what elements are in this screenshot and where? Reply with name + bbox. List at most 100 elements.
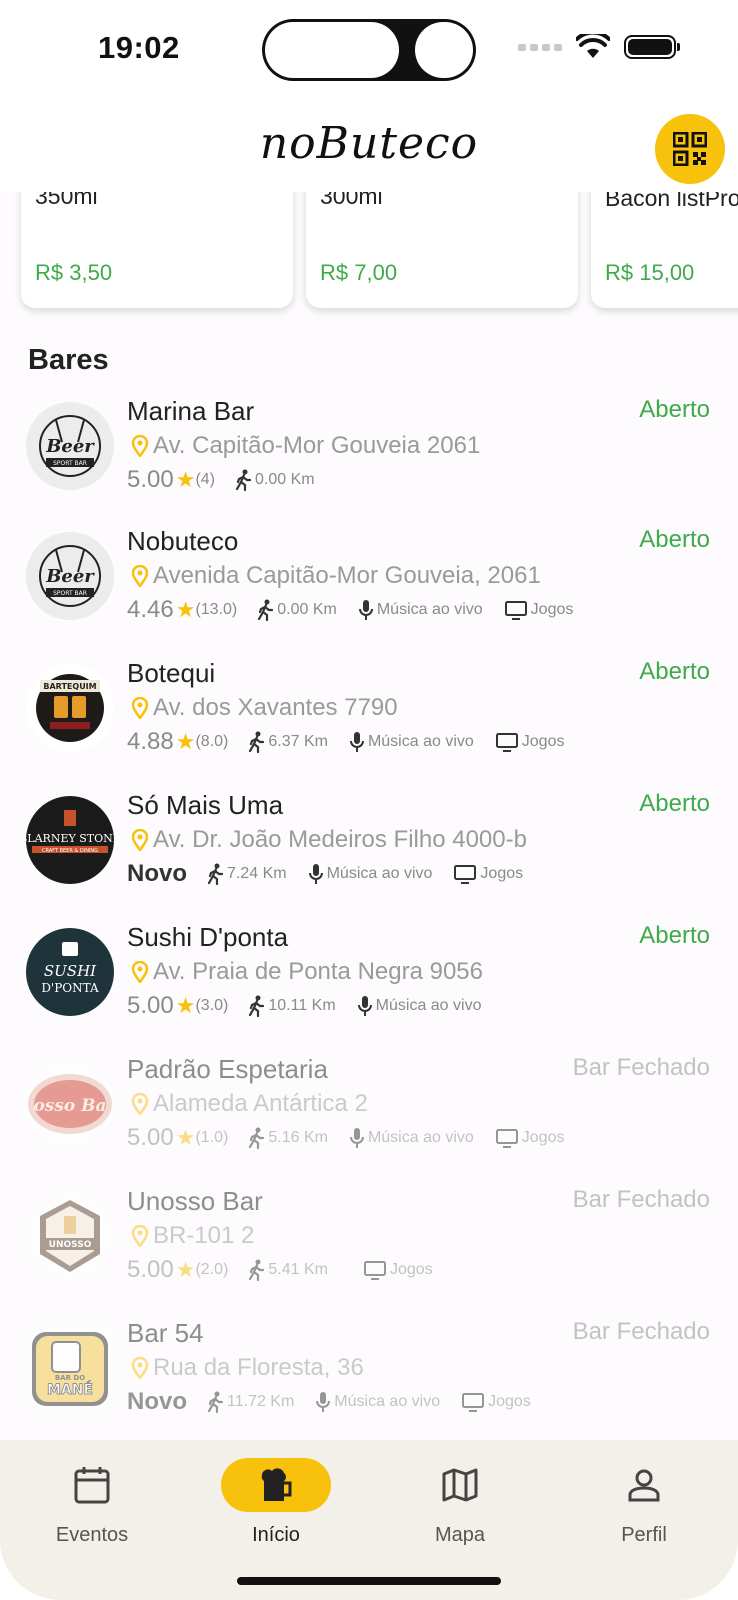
bar-address-text: BR-101 2 [153, 1222, 255, 1249]
bar-rating: 4.88 [127, 728, 174, 755]
svg-text:Beer: Beer [45, 436, 95, 457]
bar-list-item[interactable]: Beer SPORT BAR Nobuteco Aberto Avenida C… [0, 526, 738, 656]
walking-icon [235, 469, 252, 491]
bar-list-item[interactable]: osso Ba Padrão Espetaria Bar Fechado Ala… [0, 1054, 738, 1184]
live-music: Música ao vivo [316, 1391, 440, 1413]
new-badge: Novo [127, 860, 187, 887]
product-price: R$ 15,00 [605, 260, 695, 285]
location-pin-icon [131, 565, 149, 587]
new-badge: Novo [127, 1388, 187, 1415]
nav-perfil[interactable]: Perfil [552, 1440, 736, 1560]
bar-name: Padrão Espetaria [127, 1054, 328, 1084]
walking-icon [249, 731, 265, 753]
location-pin-icon [131, 1093, 149, 1115]
bar-meta: 5.00 ★ (2.0) 5.41 Km Jogos [127, 1256, 455, 1284]
bar-address-text: Av. Capitão-Mor Gouveia 2061 [153, 432, 481, 459]
bar-address: Avenida Capitão-Mor Gouveia, 2061 [131, 562, 541, 590]
nav-eventos[interactable]: Eventos [0, 1440, 184, 1560]
nav-mapa[interactable]: Mapa [368, 1440, 552, 1560]
bar-logo: Beer SPORT BAR [26, 532, 114, 620]
bar-list-item[interactable]: BARTEQUIM Botequi Aberto Av. dos Xavante… [0, 658, 738, 788]
dynamic-island [262, 19, 476, 81]
microphone-icon [308, 864, 323, 884]
microphone-icon [316, 1392, 331, 1412]
rating-count: (13.0) [195, 601, 238, 618]
microphone-icon [357, 996, 372, 1016]
rating-count: (1.0) [195, 1129, 229, 1146]
live-music: Música ao vivo [349, 1127, 474, 1149]
bar-list-item[interactable]: BAR DO MANÉ Bar 54 Bar Fechado Rua da Fl… [0, 1318, 738, 1448]
bar-list-item[interactable]: Beer SPORT BAR Marina Bar Aberto Av. Cap… [0, 396, 738, 526]
home-indicator [237, 1577, 501, 1585]
star-icon: ★ [175, 1125, 196, 1150]
tv-icon [462, 1393, 485, 1412]
beer-mug-icon [221, 1458, 331, 1512]
games: Jogos [363, 1260, 433, 1280]
live-music: Música ao vivo [358, 599, 483, 621]
live-music: Música ao vivo [308, 863, 432, 885]
distance: 0.00 Km [235, 469, 315, 491]
location-pin-icon [131, 961, 149, 983]
bar-list-item[interactable]: BLARNEY STONE CRAFT BEER & DINING Só Mai… [0, 790, 738, 920]
nav-inicio[interactable]: Início [184, 1440, 368, 1560]
live-music: Música ao vivo [357, 995, 481, 1017]
brand-logo: noButeco [259, 118, 479, 169]
walking-icon [249, 1127, 265, 1149]
battery-icon [624, 35, 680, 59]
walking-icon [207, 863, 223, 885]
svg-text:D'PONTA: D'PONTA [41, 981, 99, 995]
distance: 10.11 Km [248, 995, 336, 1017]
svg-text:Beer: Beer [45, 566, 95, 587]
bar-rating: 5.00 [127, 466, 174, 493]
bar-logo: UNOSSO [26, 1192, 114, 1280]
app-screen: 19:02 noButeco 350ml R$ 3,50 300ml R$ 7,… [0, 0, 738, 1600]
bar-name: Marina Bar [127, 396, 255, 426]
bar-meta: Novo 7.24 Km Música ao vivo Jogos [127, 860, 545, 888]
bar-status: Bar Fechado [572, 1186, 710, 1213]
rating-count: (4) [195, 471, 216, 488]
bar-status: Aberto [639, 790, 710, 817]
wifi-icon [576, 34, 610, 58]
bar-meta: 5.00 ★ (4) 0.00 Km [127, 466, 337, 494]
qr-code-button[interactable] [655, 114, 725, 184]
bar-meta: Novo 11.72 Km Música ao vivo Jogos [127, 1388, 553, 1416]
star-icon: ★ [175, 729, 196, 754]
svg-text:CRAFT BEER & DINING: CRAFT BEER & DINING [42, 848, 98, 854]
tv-icon [454, 865, 477, 884]
distance: 5.16 Km [248, 1127, 328, 1149]
svg-text:MANÉ: MANÉ [47, 1381, 93, 1398]
app-header: noButeco [0, 100, 738, 192]
svg-text:SPORT BAR: SPORT BAR [53, 590, 87, 597]
bar-status: Bar Fechado [572, 1318, 710, 1345]
bar-logo: BARTEQUIM [26, 664, 114, 752]
live-music: Música ao vivo [349, 731, 474, 753]
bar-logo: BLARNEY STONE CRAFT BEER & DINING [26, 796, 114, 884]
status-icons [518, 34, 680, 60]
walking-icon [249, 1259, 265, 1281]
bar-address-text: Av. Praia de Ponta Negra 9056 [153, 958, 483, 985]
bottom-navigation: Eventos Início Mapa Perfil [0, 1440, 738, 1600]
signal-icon [518, 43, 562, 51]
games: Jogos [495, 732, 564, 752]
tv-icon [363, 1261, 386, 1280]
bar-address: Alameda Antártica 2 [131, 1090, 368, 1118]
location-pin-icon [131, 435, 149, 457]
bar-list-item[interactable]: UNOSSO Unosso Bar Bar Fechado BR-101 2 5… [0, 1186, 738, 1316]
bar-address: Rua da Floresta, 36 [131, 1354, 364, 1382]
bar-address: Av. Capitão-Mor Gouveia 2061 [131, 432, 480, 460]
status-time: 19:02 [98, 30, 180, 65]
location-pin-icon [131, 1225, 149, 1247]
nav-label: Eventos [55, 1524, 129, 1546]
bar-rating: 4.46 [127, 596, 174, 623]
distance: 5.41 Km [248, 1259, 328, 1281]
games: Jogos [454, 864, 523, 884]
microphone-icon [349, 732, 364, 752]
bar-name: Nobuteco [127, 526, 239, 556]
games: Jogos [495, 1128, 564, 1148]
nav-label: Perfil [621, 1524, 667, 1546]
bar-list-item[interactable]: SUSHI D'PONTA Sushi D'ponta Aberto Av. P… [0, 922, 738, 1052]
bar-address-text: Avenida Capitão-Mor Gouveia, 2061 [153, 562, 541, 589]
bar-rating: 5.00 [127, 992, 174, 1019]
location-pin-icon [131, 829, 149, 851]
bar-name: Só Mais Uma [127, 790, 284, 820]
